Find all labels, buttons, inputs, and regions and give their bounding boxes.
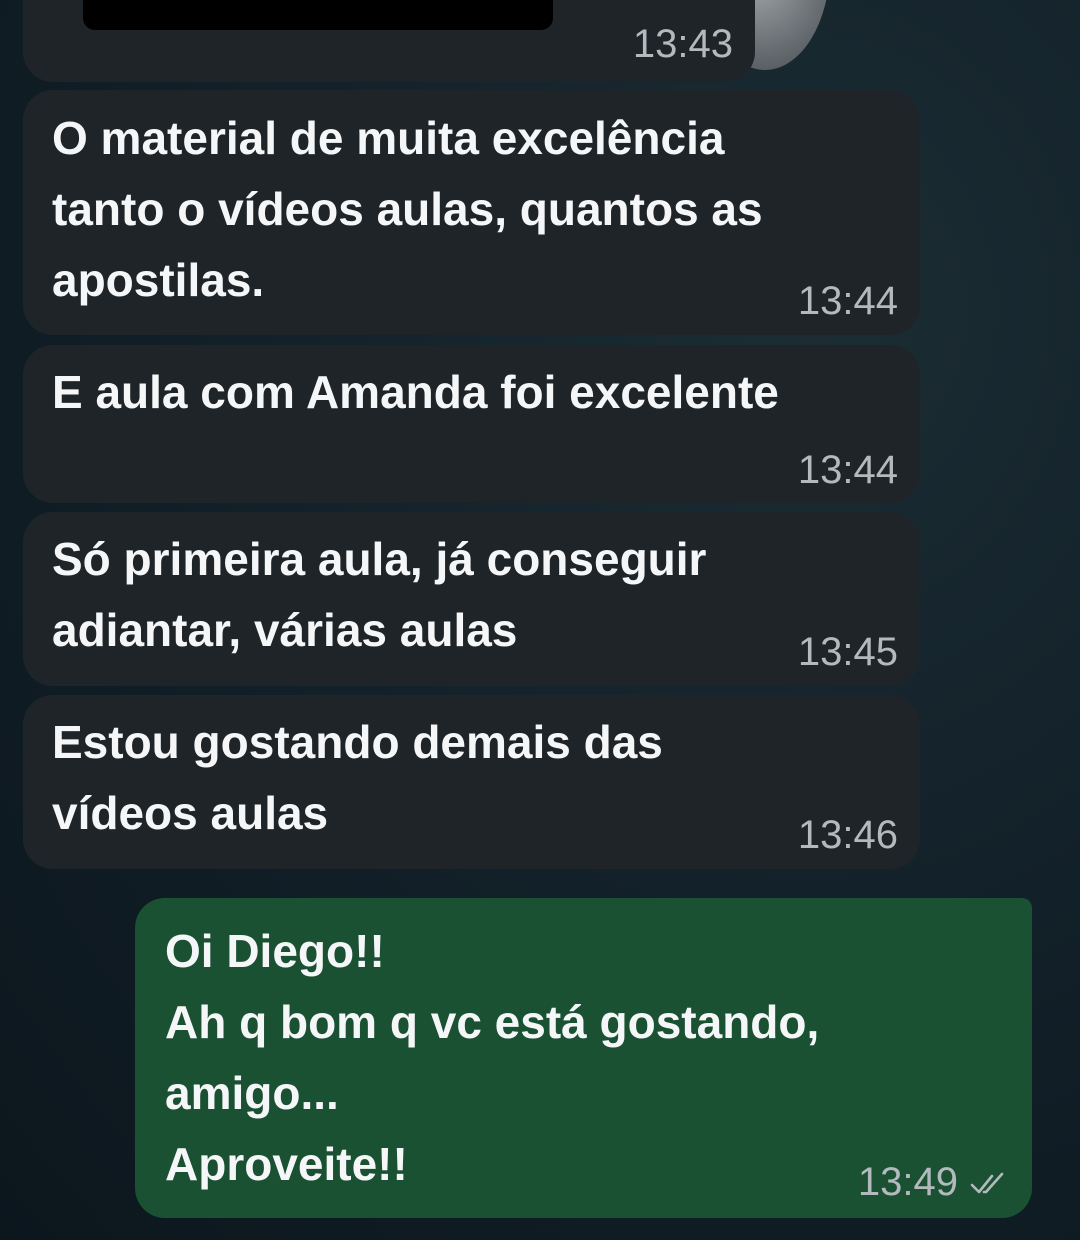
message-time: 13:46 xyxy=(797,813,898,857)
message-bubble-incoming[interactable]: O material de muita excelência tanto o v… xyxy=(23,90,920,335)
message-time: 13:44 xyxy=(797,448,898,492)
message-time: 13:43 xyxy=(632,22,733,66)
message-text: Só primeira aula, já conseguir adiantar,… xyxy=(52,533,707,656)
message-time-row: 13:49 xyxy=(858,1160,1008,1205)
message-text: O material de muita excelência tanto o v… xyxy=(52,112,763,306)
message-time: 13:44 xyxy=(797,279,898,323)
message-text: Estou gostando demais das vídeos aulas xyxy=(52,716,663,839)
message-bubble-incoming[interactable]: 13:43 xyxy=(23,0,755,82)
message-bubble-outgoing[interactable]: Oi Diego!! Ah q bom q vc está gostando, … xyxy=(135,898,1032,1218)
message-time: 13:49 xyxy=(857,1160,958,1204)
redacted-text xyxy=(83,0,553,30)
message-bubble-incoming[interactable]: E aula com Amanda foi excelente 13:44 xyxy=(23,345,920,503)
message-time: 13:45 xyxy=(797,630,898,674)
double-check-icon xyxy=(970,1173,1004,1194)
message-bubble-incoming[interactable]: Estou gostando demais das vídeos aulas 1… xyxy=(23,695,920,869)
message-text: Oi Diego!! Ah q bom q vc está gostando, … xyxy=(165,925,820,1190)
message-bubble-incoming[interactable]: Só primeira aula, já conseguir adiantar,… xyxy=(23,512,920,686)
message-text: E aula com Amanda foi excelente xyxy=(52,366,779,418)
